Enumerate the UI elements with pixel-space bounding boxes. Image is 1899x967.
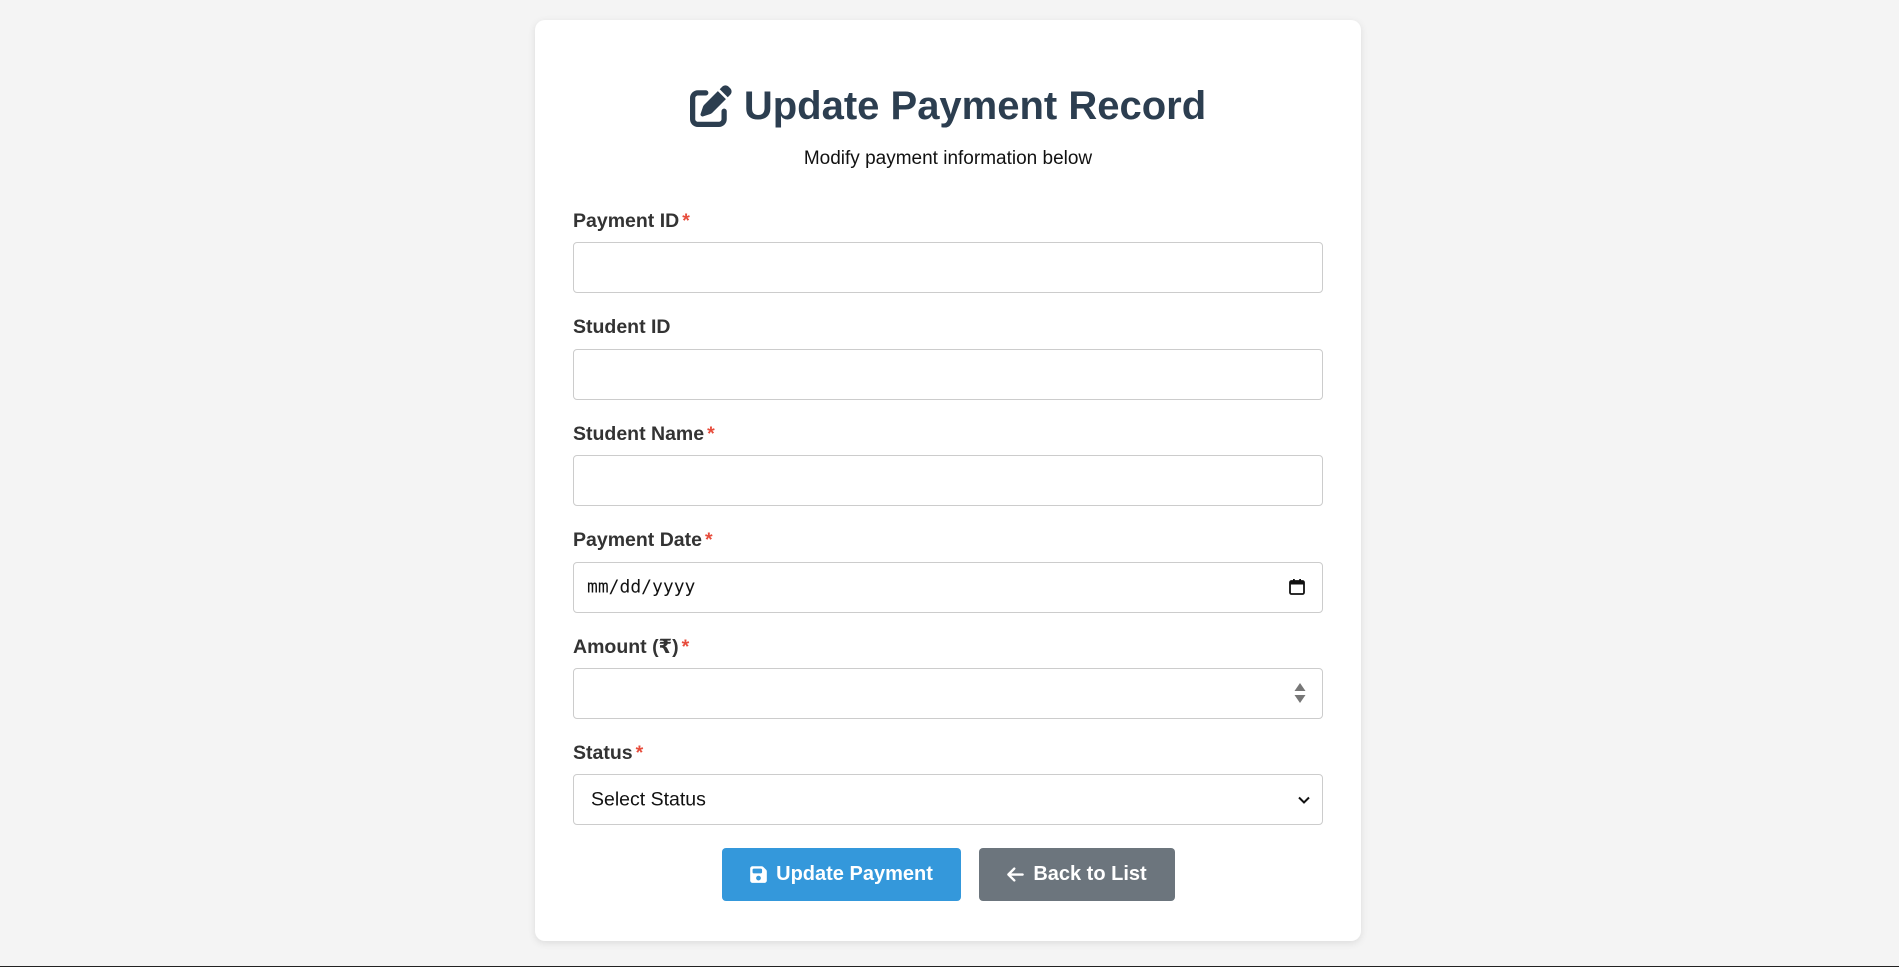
page-subtitle: Modify payment information below — [803, 148, 1093, 169]
back-to-list-button[interactable]: Back to List — [978, 848, 1175, 902]
payment-date-label: Payment Date * — [573, 529, 713, 552]
required-marker: * — [682, 210, 690, 232]
save-icon — [750, 866, 767, 884]
spinner-arrows-icon[interactable] — [1293, 681, 1307, 705]
student-name-field: Student Name * — [573, 422, 1323, 507]
student-id-field: Student ID — [573, 316, 1323, 400]
calendar-icon[interactable] — [1287, 577, 1307, 597]
amount-label: Amount (₹) * — [573, 635, 690, 658]
status-field: Status * Select Status — [573, 741, 1323, 826]
status-selected-value: Select Status — [591, 788, 706, 811]
student-name-label: Student Name * — [573, 422, 715, 445]
amount-input[interactable] — [573, 667, 1323, 719]
student-id-input[interactable] — [573, 348, 1323, 400]
update-payment-card: Update Payment Record Modify payment inf… — [535, 20, 1361, 941]
payment-date-field: Payment Date * mm/dd/yyyy — [573, 529, 1323, 613]
payment-id-label: Payment ID * — [573, 210, 690, 232]
required-marker: * — [707, 422, 715, 445]
edit-icon — [689, 85, 732, 127]
update-payment-label: Update Payment — [776, 863, 933, 886]
chevron-down-icon[interactable] — [1297, 793, 1311, 807]
required-marker: * — [681, 635, 690, 658]
form-header: Update Payment Record Modify payment inf… — [573, 20, 1323, 170]
back-to-list-label: Back to List — [1033, 863, 1147, 886]
student-name-input[interactable] — [573, 455, 1323, 507]
amount-field: Amount (₹) * — [573, 636, 1323, 719]
status-label: Status * — [573, 741, 644, 764]
payment-id-input[interactable] — [573, 242, 1323, 294]
arrow-left-icon — [1007, 867, 1025, 882]
title-row: Update Payment Record — [573, 82, 1323, 130]
date-placeholder: mm/dd/yyyy — [587, 576, 696, 598]
payment-form: Payment ID * Student ID Student Name * Pay… — [573, 210, 1323, 902]
page-title: Update Payment Record — [743, 84, 1207, 128]
required-marker: * — [704, 529, 713, 552]
required-marker: * — [635, 741, 644, 764]
student-id-label: Student ID — [573, 316, 671, 339]
form-actions: Update Payment Back to List — [573, 848, 1323, 902]
payment-id-field: Payment ID * — [573, 210, 1323, 294]
update-payment-button[interactable]: Update Payment — [721, 848, 961, 902]
